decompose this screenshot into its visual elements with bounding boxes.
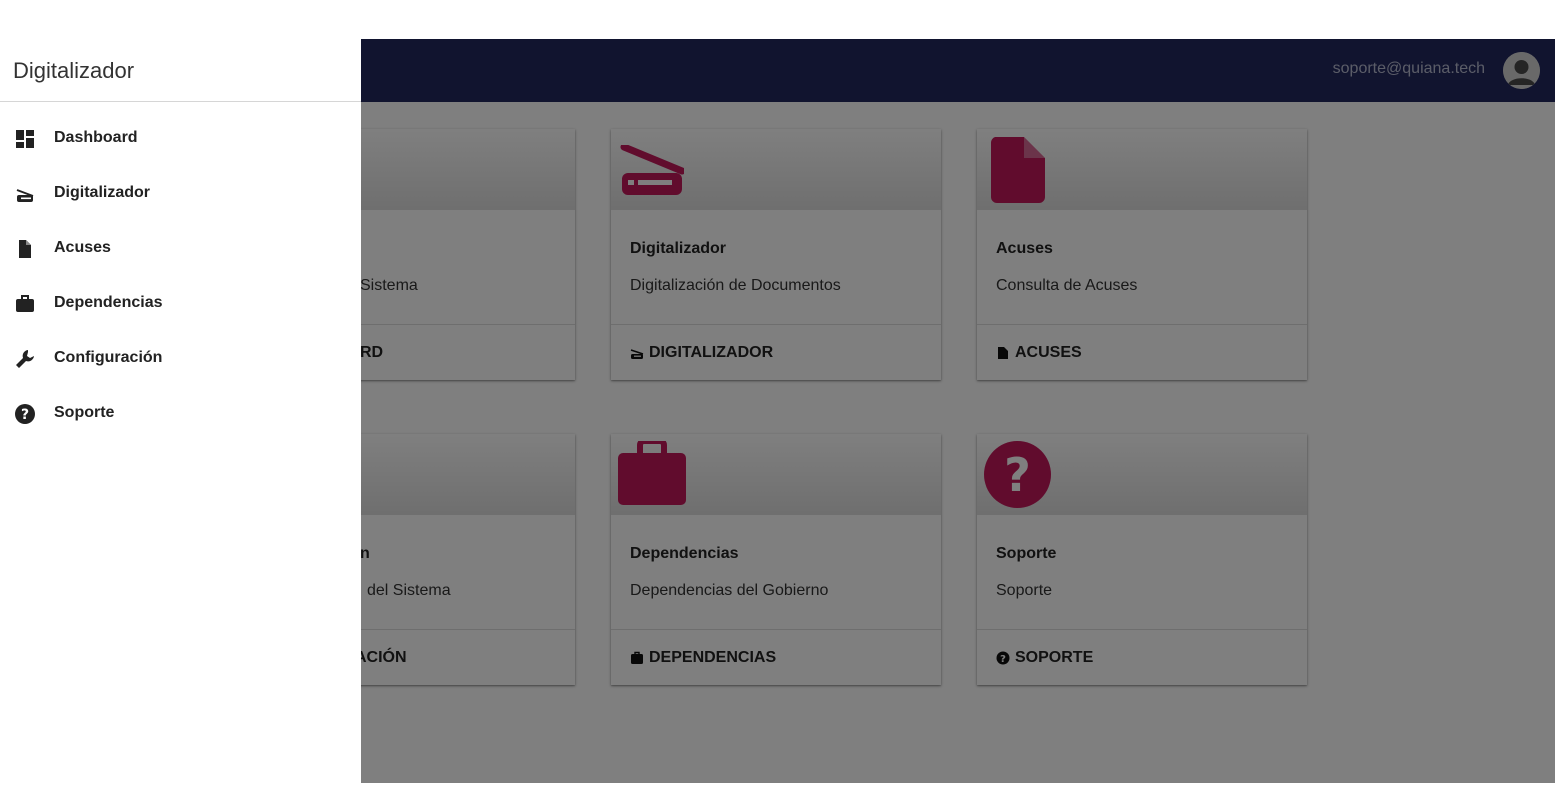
svg-text:?: ?: [21, 407, 29, 423]
sidebar-item-label: Digitalizador: [54, 184, 151, 201]
sidebar-item-dependencias[interactable]: Dependencias: [0, 283, 361, 323]
dashboard-icon: [16, 130, 34, 148]
drawer-title: Digitalizador: [13, 58, 135, 83]
question-circle-icon: ?: [15, 404, 35, 424]
drawer-divider: [0, 101, 361, 102]
sidebar-item-label: Soporte: [54, 404, 115, 421]
sidebar-item-digitalizador[interactable]: Digitalizador: [0, 173, 361, 213]
sidebar-item-acuses[interactable]: Acuses: [0, 228, 361, 268]
file-icon: [19, 240, 31, 258]
sidebar-item-dashboard[interactable]: Dashboard: [0, 118, 361, 158]
sidebar-item-configuracion[interactable]: Configuración: [0, 338, 361, 378]
navigation-drawer: Digitalizador Dashboard Digitalizador Ac…: [0, 0, 361, 789]
wrench-icon: [16, 350, 34, 368]
sidebar-item-label: Acuses: [54, 239, 111, 256]
sidebar-item-label: Dependencias: [54, 294, 163, 311]
sidebar-item-label: Dashboard: [54, 129, 138, 146]
sidebar-item-soporte[interactable]: ? Soporte: [0, 393, 361, 433]
briefcase-icon: [16, 295, 34, 312]
scanner-icon: [16, 189, 34, 202]
sidebar-item-label: Configuración: [54, 349, 163, 366]
